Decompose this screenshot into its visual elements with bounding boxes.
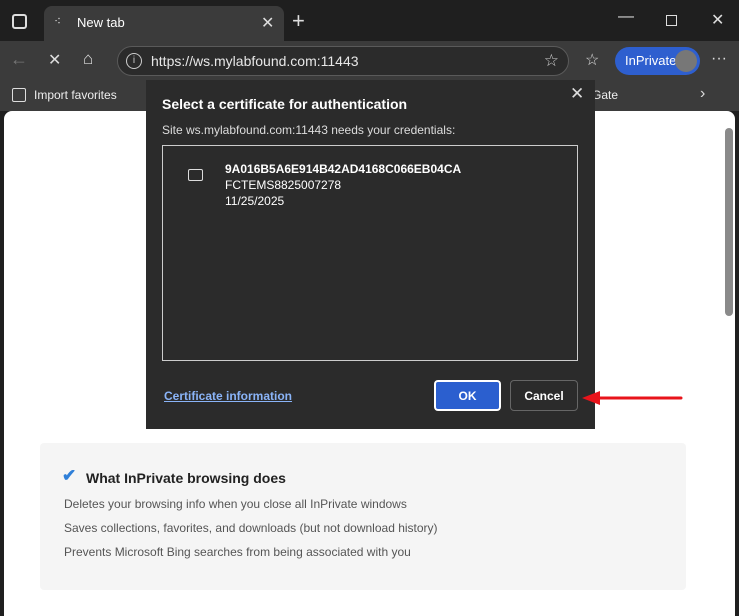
card-title: What InPrivate browsing does [86,470,286,486]
info-icon: i [126,53,142,69]
chevron-right-icon[interactable]: › [700,85,705,103]
scrollbar[interactable] [725,128,733,316]
inprivate-button[interactable]: InPrivate [615,47,700,75]
back-button[interactable]: ← [10,49,28,70]
card-item: Prevents Microsoft Bing searches from be… [64,545,411,559]
tab-title: New tab [77,15,125,30]
dialog-title: Select a certificate for authentication [162,96,408,112]
new-tab-button[interactable]: + [292,8,305,34]
url-text: https://ws.mylabfound.com:11443 [151,53,359,69]
close-window-button[interactable]: ✕ [711,10,724,30]
minimize-button[interactable]: — [618,8,634,26]
favorites-icon[interactable]: ☆ [585,50,599,70]
certificate-date: 11/25/2025 [225,194,285,208]
stop-button[interactable]: ✕ [48,50,61,70]
import-icon [12,88,26,102]
dialog-subtitle: Site ws.mylabfound.com:11443 needs your … [162,123,456,137]
tab-new-tab[interactable]: ⁖ New tab ✕ [44,6,284,42]
close-dialog-icon[interactable]: ✕ [570,84,584,104]
certificate-dialog: Select a certificate for authentication … [146,80,595,429]
certificate-icon [188,169,203,181]
address-bar[interactable]: i https://ws.mylabfound.com:11443 ☆ [117,46,569,76]
certificate-information-link[interactable]: Certificate information [164,389,292,403]
card-item: Saves collections, favorites, and downlo… [64,521,438,535]
checkmark-icon: ✔ [62,466,77,485]
inprivate-label: InPrivate [625,53,677,68]
favorite-star-icon[interactable]: ☆ [544,51,559,71]
close-tab-icon[interactable]: ✕ [261,13,274,33]
maximize-button[interactable] [666,15,677,26]
annotation-arrow [582,391,683,405]
ok-button[interactable]: OK [434,380,501,411]
certificate-item[interactable]: 9A016B5A6E914B42AD4168C066EB04CA FCTEMS8… [163,146,577,208]
certificate-name: FCTEMS8825007278 [225,178,342,192]
tab-actions-icon[interactable] [12,14,27,29]
certificate-id: 9A016B5A6E914B42AD4168C066EB04CA [225,162,462,176]
loading-icon: ⁖ [54,14,62,28]
avatar [675,50,697,72]
card-item: Deletes your browsing info when you clos… [64,497,407,511]
favorite-item[interactable]: Gate [592,88,618,102]
home-button[interactable]: ⌂ [83,49,93,69]
inprivate-info-card: ✔ What InPrivate browsing does Deletes y… [40,443,686,590]
cancel-button[interactable]: Cancel [510,380,578,411]
more-menu-icon[interactable]: ··· [711,50,727,68]
certificate-list: 9A016B5A6E914B42AD4168C066EB04CA FCTEMS8… [162,145,578,361]
import-favorites[interactable]: Import favorites [34,88,117,102]
